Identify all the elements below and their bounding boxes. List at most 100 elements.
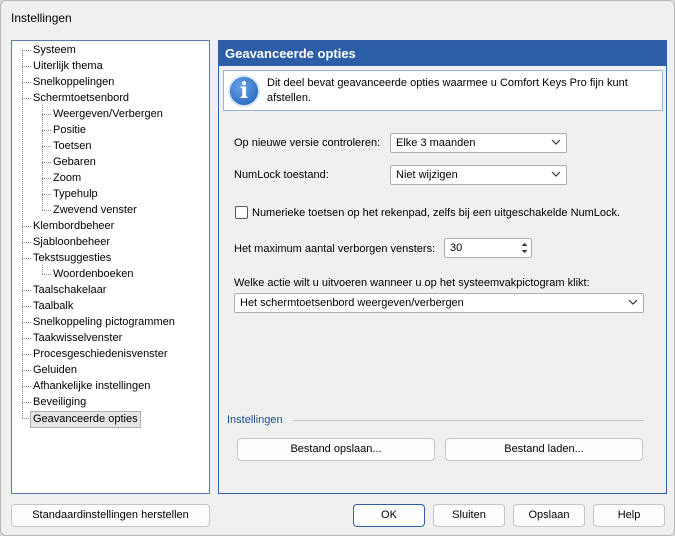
close-button[interactable]: Sluiten (433, 504, 505, 527)
tree-item-label: Systeem (33, 44, 76, 56)
tree-connector (22, 242, 31, 243)
numlock-dropdown[interactable]: Niet wijzigen (390, 165, 567, 185)
tree-connector (22, 354, 31, 355)
max-hidden-value: 30 (450, 242, 463, 254)
numeric-keys-label[interactable]: Numerieke toetsen op het rekenpad, zelfs… (252, 207, 620, 219)
tree-connector (42, 162, 51, 163)
info-box: i Dit deel bevat geavanceerde opties waa… (223, 70, 663, 111)
settings-window: Instellingen Systeem Uiterlijk thema Snelk… (0, 0, 675, 536)
tree-connector (22, 50, 31, 51)
tree-item[interactable]: Zwevend venster (12, 203, 207, 218)
tree-connector (22, 338, 31, 339)
tree-item-label: Geavanceerde opties (30, 411, 141, 428)
tree-item-label: Snelkoppeling pictogrammen (33, 316, 175, 328)
tree-item[interactable]: Geluiden (12, 363, 207, 378)
group-divider (293, 420, 644, 421)
tree-item-label: Taalbalk (33, 300, 74, 312)
info-icon: i (228, 75, 260, 107)
tree-item-label: Uiterlijk thema (33, 60, 103, 72)
tree-connector (42, 274, 51, 275)
tree-item-label: Positie (53, 124, 87, 136)
tree-item[interactable]: Sjabloonbeheer (12, 235, 207, 250)
tree-item-label: Snelkoppelingen (33, 76, 115, 88)
tray-action-value: Het schermtoetsenbord weergeven/verberge… (240, 297, 464, 309)
tree-item[interactable]: Systeem (12, 43, 207, 58)
tree-item[interactable]: Procesgeschiedenisvenster (12, 347, 207, 362)
tree-item[interactable]: Gebaren (12, 155, 207, 170)
tree-item-label: Afhankelijke instellingen (33, 380, 151, 392)
settings-group-label: Instellingen (227, 414, 283, 426)
tree-connector (22, 386, 31, 387)
tree-connector (22, 226, 31, 227)
tree-item-label: Procesgeschiedenisvenster (33, 348, 168, 360)
tree-item-label: Sjabloonbeheer (33, 236, 111, 248)
tree-item[interactable]: Afhankelijke instellingen (12, 379, 207, 394)
spinner-arrows-icon[interactable] (519, 240, 530, 256)
info-text: Dit deel bevat geavanceerde opties waarm… (267, 77, 628, 104)
window-title: Instellingen (11, 11, 72, 25)
tree-item[interactable]: Snelkoppelingen (12, 75, 207, 90)
tree-item-label: Toetsen (53, 140, 92, 152)
version-check-dropdown[interactable]: Elke 3 maanden (390, 133, 567, 153)
tray-action-label: Welke actie wilt u uitvoeren wanneer u o… (234, 277, 590, 289)
tree-item[interactable]: Schermtoetsenbord (12, 91, 207, 106)
tree-item[interactable]: Klembordbeheer (12, 219, 207, 234)
tree-connector (22, 258, 31, 259)
tree-connector (22, 306, 31, 307)
tree-item[interactable]: Uiterlijk thema (12, 59, 207, 74)
version-check-value: Elke 3 maanden (396, 137, 476, 149)
chevron-down-icon (551, 171, 561, 177)
tree-item-label: Taakwisselvenster (33, 332, 123, 344)
tree-item[interactable]: Typehulp (12, 187, 207, 202)
tree-item[interactable]: Beveiliging (12, 395, 207, 410)
tree-connector (42, 194, 51, 195)
tree-connector (42, 146, 51, 147)
ok-button[interactable]: OK (353, 504, 425, 527)
tree-item[interactable]: Taalbalk (12, 299, 207, 314)
tree-item-label: Gebaren (53, 156, 96, 168)
tree-connector (22, 82, 31, 83)
chevron-down-icon (551, 139, 561, 145)
settings-panel: Geavanceerde opties i Dit deel bevat gea… (218, 40, 667, 494)
tree-item-label: Zwevend venster (53, 204, 137, 216)
tree-item[interactable]: Geavanceerde opties (12, 411, 207, 428)
tree-connector (22, 66, 31, 67)
tree-connector (42, 114, 51, 115)
restore-defaults-button[interactable]: Standaardinstellingen herstellen (11, 504, 210, 527)
tree-item[interactable]: Woordenboeken (12, 267, 207, 282)
max-hidden-spinner[interactable]: 30 (444, 238, 532, 258)
numlock-value: Niet wijzigen (396, 169, 458, 181)
chevron-down-icon (628, 299, 638, 305)
tree-connector (42, 210, 51, 211)
tree-item[interactable]: Taalschakelaar (12, 283, 207, 298)
load-file-button[interactable]: Bestand laden... (445, 438, 643, 461)
tree-item-label: Beveiliging (33, 396, 87, 408)
tree-item-label: Taalschakelaar (33, 284, 107, 296)
tree-item[interactable]: Snelkoppeling pictogrammen (12, 315, 207, 330)
settings-tree[interactable]: Systeem Uiterlijk thema Snelkoppelingen Sch… (11, 40, 210, 494)
numeric-keys-checkbox[interactable] (235, 206, 248, 219)
help-button[interactable]: Help (593, 504, 665, 527)
tree-connector (22, 370, 31, 371)
tree-connector (22, 98, 31, 99)
tree-connector (22, 322, 31, 323)
tree-item-label: Typehulp (53, 188, 98, 200)
tree-item-label: Weergeven/Verbergen (53, 108, 163, 120)
panel-title: Geavanceerde opties (219, 41, 666, 66)
tree-item[interactable]: Positie (12, 123, 207, 138)
tree-item[interactable]: Zoom (12, 171, 207, 186)
tree-item[interactable]: Weergeven/Verbergen (12, 107, 207, 122)
tree-item[interactable]: Taakwisselvenster (12, 331, 207, 346)
tree-item[interactable]: Tekstsuggesties (12, 251, 207, 266)
save-button[interactable]: Opslaan (513, 504, 585, 527)
tree-item-label: Woordenboeken (53, 268, 134, 280)
tree-item-label: Geluiden (33, 364, 78, 376)
save-file-button[interactable]: Bestand opslaan... (237, 438, 435, 461)
tray-action-dropdown[interactable]: Het schermtoetsenbord weergeven/verberge… (234, 293, 644, 313)
tree-connector (22, 402, 31, 403)
tree-connector (42, 178, 51, 179)
numlock-label: NumLock toestand: (234, 169, 329, 181)
tree-item[interactable]: Toetsen (12, 139, 207, 154)
tree-connector (22, 290, 31, 291)
tree-item-label: Klembordbeheer (33, 220, 115, 232)
